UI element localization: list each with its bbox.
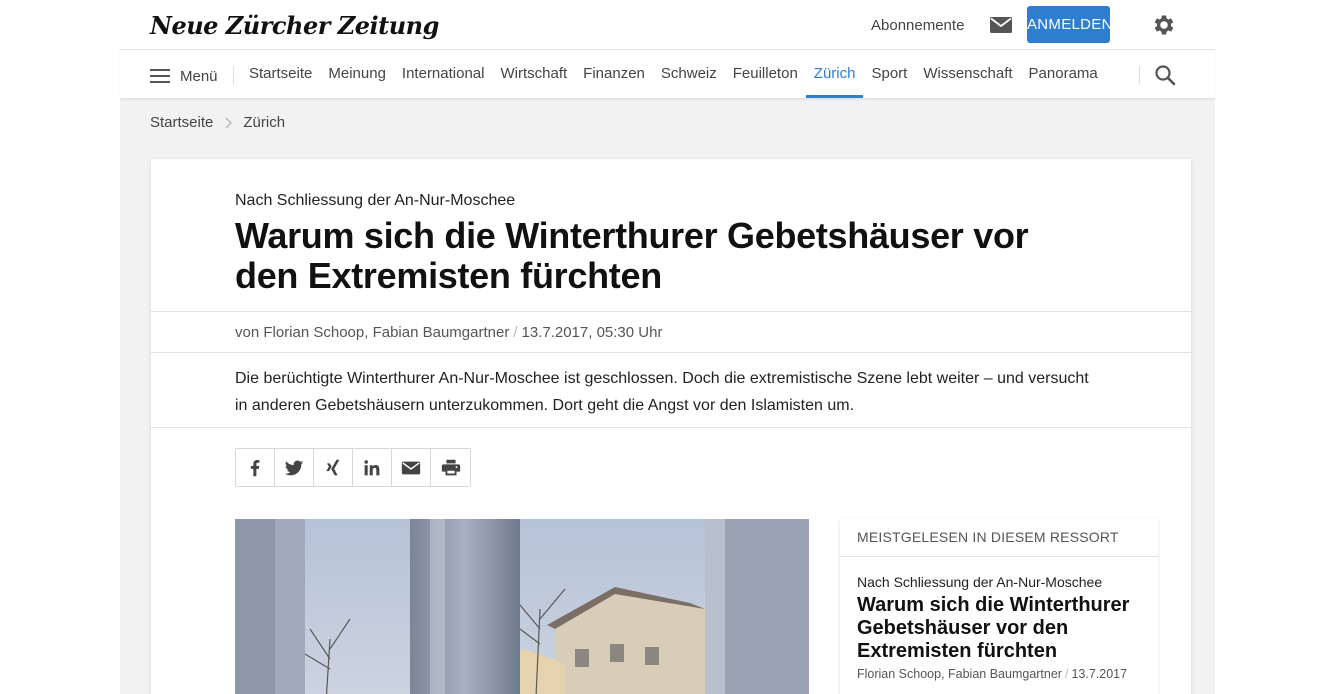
nav-item-panorama[interactable]: Panorama [1021, 50, 1106, 98]
share-linkedin-button[interactable] [353, 449, 392, 486]
most-read-meta: Florian Schoop, Fabian Baumgartner/13.7.… [857, 667, 1127, 681]
breadcrumb-home[interactable]: Startseite [150, 114, 213, 131]
nav-links: Startseite Meinung International Wirtsch… [249, 50, 1106, 98]
most-read-heading: MEISTGELESEN IN DIESEM RESSORT [840, 518, 1158, 557]
chevron-right-icon [225, 116, 233, 129]
print-icon [441, 459, 460, 475]
twitter-icon [284, 460, 304, 475]
facebook-icon [250, 459, 260, 476]
breadcrumb: Startseite Zürich [150, 114, 285, 131]
mail-icon[interactable] [989, 15, 1013, 35]
meta-separator: / [513, 324, 518, 341]
meta-separator: / [1064, 667, 1069, 681]
search-icon[interactable] [1154, 64, 1176, 86]
article-date: 13.7.2017, 05:30 Uhr [521, 324, 663, 341]
main-nav: Menü Startseite Meinung International Wi… [120, 50, 1215, 99]
most-read-kicker[interactable]: Nach Schliessung der An-Nur-Moschee [857, 574, 1102, 590]
print-button[interactable] [431, 449, 470, 486]
divider [151, 427, 1191, 428]
share-twitter-button[interactable] [275, 449, 314, 486]
nav-item-meinung[interactable]: Meinung [320, 50, 394, 98]
article-authors[interactable]: von Florian Schoop, Fabian Baumgartner [235, 324, 509, 341]
linkedin-icon [364, 459, 380, 475]
nav-divider [233, 66, 234, 84]
share-facebook-button[interactable] [236, 449, 275, 486]
login-button[interactable]: ANMELDEN [1027, 6, 1112, 43]
article-lead: Die berüchtigte Winterthurer An-Nur-Mosc… [235, 370, 1089, 414]
nav-item-wissenschaft[interactable]: Wissenschaft [915, 50, 1020, 98]
most-read-date: 13.7.2017 [1071, 667, 1128, 681]
nav-item-finanzen[interactable]: Finanzen [575, 50, 653, 98]
article-headline: Warum sich die Winterthurer Gebetshäuser… [235, 215, 1029, 296]
mail-icon [401, 461, 421, 474]
nav-item-schweiz[interactable]: Schweiz [653, 50, 725, 98]
nav-divider [1139, 66, 1140, 84]
article-card: Nach Schliessung der An-Nur-Moschee Waru… [151, 159, 1191, 694]
most-read-widget: MEISTGELESEN IN DIESEM RESSORT Nach Schl… [840, 518, 1158, 694]
breadcrumb-current[interactable]: Zürich [243, 114, 285, 131]
share-bar [235, 448, 471, 487]
mosque-window-photo [235, 519, 809, 694]
nav-item-feuilleton[interactable]: Feuilleton [725, 50, 806, 98]
nav-item-sport[interactable]: Sport [863, 50, 915, 98]
divider [151, 352, 1191, 353]
nav-item-international[interactable]: International [394, 50, 493, 98]
menu-button[interactable]: Menü [150, 66, 218, 86]
article-meta: von Florian Schoop, Fabian Baumgartner/1… [235, 324, 662, 341]
article-kicker: Nach Schliessung der An-Nur-Moschee [235, 192, 516, 209]
xing-icon [326, 459, 340, 475]
nav-item-startseite[interactable]: Startseite [249, 50, 320, 98]
menu-label: Menü [180, 67, 218, 85]
most-read-authors: Florian Schoop, Fabian Baumgartner [857, 667, 1062, 681]
subscriptions-link[interactable]: Abonnemente [871, 17, 964, 34]
share-mail-button[interactable] [392, 449, 431, 486]
top-header: Neue Zürcher Zeitung Abonnemente ANMELDE… [120, 0, 1215, 50]
gear-icon[interactable] [1151, 12, 1177, 38]
hamburger-icon [150, 69, 170, 83]
most-read-title[interactable]: Warum sich die Winterthurer Gebetshäuser… [857, 594, 1147, 663]
share-xing-button[interactable] [314, 449, 353, 486]
nzz-logo[interactable]: Neue Zürcher Zeitung [150, 11, 439, 40]
page: Neue Zürcher Zeitung Abonnemente ANMELDE… [120, 0, 1215, 694]
article-image[interactable] [235, 519, 809, 694]
nav-item-zuerich[interactable]: Zürich [805, 50, 864, 98]
nav-item-wirtschaft[interactable]: Wirtschaft [492, 50, 575, 98]
divider [151, 311, 1191, 312]
